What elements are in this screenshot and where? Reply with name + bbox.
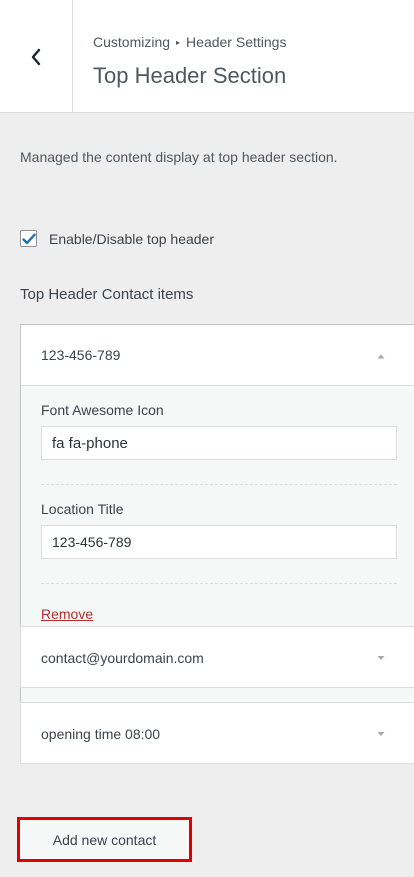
add-new-contact-button[interactable]: Add new contact bbox=[17, 817, 192, 862]
back-button[interactable] bbox=[0, 0, 73, 113]
location-title-value: 123-456-789 bbox=[52, 534, 132, 550]
contact-item-phone: 123-456-789 Font Awesome Icon fa fa-phon… bbox=[20, 324, 414, 758]
page-title: Top Header Section bbox=[93, 63, 287, 88]
icon-class-value: fa fa-phone bbox=[52, 434, 128, 452]
arrow-up-icon bbox=[377, 354, 385, 359]
arrow-down-icon bbox=[377, 732, 385, 736]
enable-top-header-toggle[interactable]: Enable/Disable top header bbox=[20, 230, 214, 247]
arrow-down-icon bbox=[377, 656, 385, 660]
breadcrumb-parent: Customizing bbox=[93, 34, 171, 50]
add-new-contact-label: Add new contact bbox=[52, 831, 157, 848]
contact-item-hours: opening time 08:00 bbox=[20, 702, 414, 764]
checkbox-label: Enable/Disable top header bbox=[49, 230, 215, 247]
location-title-input[interactable]: 123-456-789 bbox=[41, 525, 397, 559]
icon-field-label: Font Awesome Icon bbox=[41, 402, 164, 418]
contact-item-body: Font Awesome Icon fa fa-phone Location T… bbox=[21, 402, 414, 624]
breadcrumb-current: Header Settings bbox=[186, 34, 287, 50]
breadcrumb-separator-icon: ▸ bbox=[176, 38, 181, 47]
breadcrumb: Customizing ▸ Header Settings bbox=[93, 33, 286, 52]
section-description: Managed the content display at top heade… bbox=[20, 149, 338, 165]
enable-top-header-checkbox[interactable] bbox=[20, 230, 37, 247]
chevron-left-icon bbox=[31, 48, 41, 65]
field-divider bbox=[41, 484, 397, 485]
checkmark-icon bbox=[21, 233, 36, 244]
header-text: Customizing ▸ Header Settings Top Header S… bbox=[93, 33, 286, 90]
contact-item-header[interactable]: contact@yourdomain.com bbox=[21, 627, 414, 689]
contact-item-header[interactable]: opening time 08:00 bbox=[21, 703, 414, 765]
contact-item-title: 123-456-789 bbox=[41, 347, 121, 363]
location-field-label: Location Title bbox=[41, 501, 124, 517]
contact-item-header[interactable]: 123-456-789 bbox=[21, 325, 414, 386]
remove-item-link[interactable]: Remove bbox=[41, 606, 93, 622]
field-divider bbox=[41, 583, 397, 584]
contact-item-title: contact@yourdomain.com bbox=[41, 650, 204, 666]
icon-class-input[interactable]: fa fa-phone bbox=[41, 426, 397, 460]
panel-header: Customizing ▸ Header Settings Top Header S… bbox=[0, 0, 414, 113]
contact-item-email: contact@yourdomain.com bbox=[20, 626, 414, 688]
contact-items-heading: Top Header Contact items bbox=[20, 286, 194, 303]
contact-item-title: opening time 08:00 bbox=[41, 726, 161, 742]
